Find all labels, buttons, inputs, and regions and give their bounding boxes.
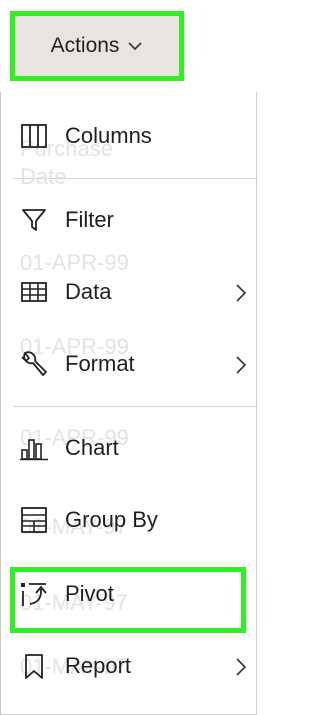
chevron-down-icon (127, 38, 143, 54)
bookmark-icon (19, 651, 49, 681)
toolbar: Actions (0, 0, 257, 92)
chevron-right-icon (235, 282, 247, 304)
menu-item-report[interactable]: Report (13, 638, 253, 694)
menu-item-label: Columns (65, 123, 152, 148)
menu-item-chart[interactable]: Chart (13, 420, 253, 476)
menu-item-filter[interactable]: Filter (13, 192, 253, 248)
menu-item-label: Chart (65, 435, 119, 460)
bar-chart-icon (19, 433, 49, 463)
menu-item-label: Group By (65, 507, 158, 532)
menu-divider (13, 406, 258, 407)
menu-item-label: Filter (65, 207, 114, 232)
menu-item-group-by[interactable]: Group By (13, 492, 253, 548)
menu-item-format[interactable]: Format (13, 336, 253, 392)
menu-item-data[interactable]: Data (13, 264, 253, 320)
filter-icon (19, 205, 49, 235)
columns-icon (19, 121, 49, 151)
menu-item-columns[interactable]: Columns (13, 108, 253, 164)
chevron-right-icon (235, 656, 247, 678)
actions-button-label: Actions (50, 34, 120, 57)
actions-menu-button[interactable]: Actions (10, 11, 184, 81)
menu-item-label: Data (65, 279, 112, 304)
data-table-icon (19, 277, 49, 307)
menu-item-label: Format (65, 351, 135, 376)
chevron-right-icon (235, 354, 247, 376)
pivot-highlight-box (10, 567, 246, 633)
wrench-icon (19, 349, 49, 379)
menu-divider (13, 178, 258, 179)
group-by-icon (19, 505, 49, 535)
menu-item-label: Report (65, 653, 132, 678)
